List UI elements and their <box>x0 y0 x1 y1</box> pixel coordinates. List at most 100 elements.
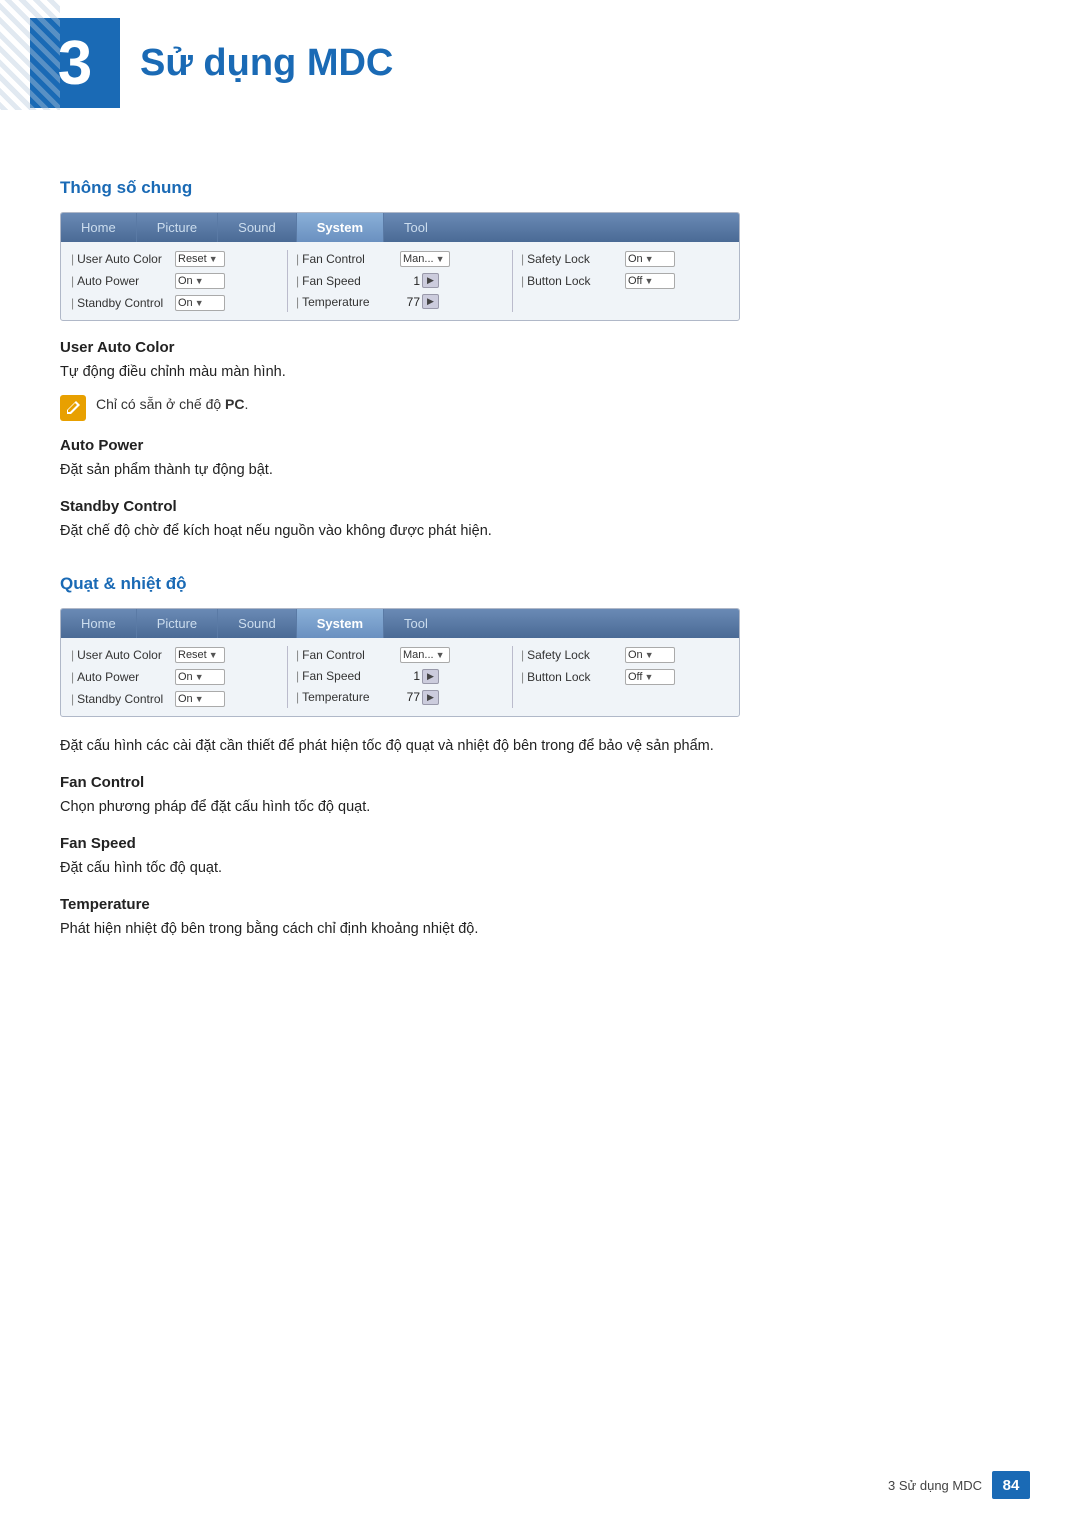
table-row: Fan Control Man... ▼ <box>296 646 504 664</box>
dropdown-standby-control-2[interactable]: On ▼ <box>175 691 225 707</box>
sub-heading-standby-control: Standby Control <box>60 498 1020 515</box>
page-number: 84 <box>992 1471 1030 1499</box>
fan-speed-value-1: 1 <box>400 274 420 288</box>
control-fan-control-1: Man... ▼ <box>400 251 450 267</box>
control-fan-speed-1: 1 ▶ <box>400 273 439 288</box>
tab-tool-1[interactable]: Tool <box>384 213 448 242</box>
dropdown-value: On <box>178 297 193 309</box>
dropdown-safety-lock-1[interactable]: On ▼ <box>625 251 675 267</box>
dropdown-value: Man... <box>403 253 434 265</box>
note-text: Chỉ có sẵn ở chế độ PC. <box>96 394 248 415</box>
note-box: Chỉ có sẵn ở chế độ PC. <box>60 394 1020 421</box>
dropdown-auto-power-1[interactable]: On ▼ <box>175 273 225 289</box>
tab-picture-2[interactable]: Picture <box>137 609 218 638</box>
control-standby-control-2: On ▼ <box>175 691 225 707</box>
chevron-down-icon: ▼ <box>644 672 653 682</box>
control-standby-control-1: On ▼ <box>175 295 225 311</box>
body-text-fan-temp-intro: Đặt cấu hình các cài đặt cần thiết để ph… <box>60 735 1020 758</box>
sub-heading-fan-speed: Fan Speed <box>60 835 1020 852</box>
column-divider <box>287 646 288 708</box>
footer-chapter-text: 3 Sử dụng MDC <box>888 1478 982 1493</box>
tab-sound-2[interactable]: Sound <box>218 609 297 638</box>
chapter-title: Sử dụng MDC <box>140 42 393 85</box>
sub-heading-temperature: Temperature <box>60 896 1020 913</box>
label-temperature-2: Temperature <box>296 690 396 704</box>
dropdown-fan-control-2[interactable]: Man... ▼ <box>400 647 450 663</box>
arrow-right-button[interactable]: ▶ <box>422 294 439 309</box>
mdc-col-2: Fan Control Man... ▼ Fan Speed 1 ▶ <box>296 250 504 312</box>
table-row: Auto Power On ▼ <box>71 668 279 686</box>
tab-home-2[interactable]: Home <box>61 609 137 638</box>
chapter-header: 3 Sử dụng MDC <box>0 0 1080 118</box>
body-text-standby-control: Đặt chế độ chờ để kích hoạt nếu nguồn và… <box>60 520 1020 543</box>
dropdown-button-lock-1[interactable]: Off ▼ <box>625 273 675 289</box>
label-standby-control-1: Standby Control <box>71 296 171 310</box>
tab-tool-2[interactable]: Tool <box>384 609 448 638</box>
chevron-down-icon: ▼ <box>195 694 204 704</box>
table-row: Safety Lock On ▼ <box>521 646 729 664</box>
chevron-down-icon: ▼ <box>645 254 654 264</box>
dropdown-value: Man... <box>403 649 434 661</box>
chevron-down-icon: ▼ <box>195 298 204 308</box>
table-row: Auto Power On ▼ <box>71 272 279 290</box>
control-auto-power-2: On ▼ <box>175 669 225 685</box>
chevron-down-icon: ▼ <box>209 254 218 264</box>
body-text-auto-power: Đặt sản phẩm thành tự động bật. <box>60 459 1020 482</box>
control-button-lock-1: Off ▼ <box>625 273 675 289</box>
tab-system-2[interactable]: System <box>297 609 384 638</box>
tab-sound-1[interactable]: Sound <box>218 213 297 242</box>
arrow-right-button[interactable]: ▶ <box>422 690 439 705</box>
dropdown-user-auto-color-1[interactable]: Reset ▼ <box>175 251 225 267</box>
sub-heading-user-auto-color: User Auto Color <box>60 339 1020 356</box>
dropdown-fan-control-1[interactable]: Man... ▼ <box>400 251 450 267</box>
table-row: Temperature 77 ▶ <box>296 689 504 706</box>
control-temperature-1: 77 ▶ <box>400 294 439 309</box>
tab-picture-1[interactable]: Picture <box>137 213 218 242</box>
table-row: Fan Control Man... ▼ <box>296 250 504 268</box>
label-user-auto-color-1: User Auto Color <box>71 252 171 266</box>
control-safety-lock-2: On ▼ <box>625 647 675 663</box>
dropdown-value: Reset <box>178 649 207 661</box>
chevron-down-icon: ▼ <box>195 672 204 682</box>
table-row: Button Lock Off ▼ <box>521 272 729 290</box>
table-row: Fan Speed 1 ▶ <box>296 272 504 289</box>
table-row: Safety Lock On ▼ <box>521 250 729 268</box>
label-auto-power-2: Auto Power <box>71 670 171 684</box>
mdc-table-1-body: User Auto Color Reset ▼ Auto Power On ▼ <box>61 242 739 320</box>
pencil-icon <box>65 400 81 416</box>
dropdown-user-auto-color-2[interactable]: Reset ▼ <box>175 647 225 663</box>
mdc-col-3b: Safety Lock On ▼ Button Lock Off ▼ <box>521 646 729 708</box>
dropdown-value: Off <box>628 671 642 683</box>
label-button-lock-1: Button Lock <box>521 274 621 288</box>
dropdown-standby-control-1[interactable]: On ▼ <box>175 295 225 311</box>
label-fan-control-1: Fan Control <box>296 252 396 266</box>
label-fan-control-2: Fan Control <box>296 648 396 662</box>
label-user-auto-color-2: User Auto Color <box>71 648 171 662</box>
label-fan-speed-2: Fan Speed <box>296 669 396 683</box>
label-button-lock-2: Button Lock <box>521 670 621 684</box>
dropdown-button-lock-2[interactable]: Off ▼ <box>625 669 675 685</box>
mdc-col-1: User Auto Color Reset ▼ Auto Power On ▼ <box>71 250 279 312</box>
dropdown-value: On <box>178 671 193 683</box>
arrow-right-button[interactable]: ▶ <box>422 273 439 288</box>
dropdown-safety-lock-2[interactable]: On ▼ <box>625 647 675 663</box>
section-heading-fan-temp: Quạt & nhiệt độ <box>60 574 1020 594</box>
table-row: Standby Control On ▼ <box>71 690 279 708</box>
tab-system-1[interactable]: System <box>297 213 384 242</box>
chevron-down-icon: ▼ <box>436 254 445 264</box>
body-text-fan-speed: Đặt cấu hình tốc độ quạt. <box>60 857 1020 880</box>
tab-home-1[interactable]: Home <box>61 213 137 242</box>
mdc-col-3: Safety Lock On ▼ Button Lock Off ▼ <box>521 250 729 312</box>
control-fan-speed-2: 1 ▶ <box>400 669 439 684</box>
dropdown-value: On <box>178 693 193 705</box>
table-row: Fan Speed 1 ▶ <box>296 668 504 685</box>
dropdown-auto-power-2[interactable]: On ▼ <box>175 669 225 685</box>
control-auto-power-1: On ▼ <box>175 273 225 289</box>
fan-speed-value-2: 1 <box>400 669 420 683</box>
control-button-lock-2: Off ▼ <box>625 669 675 685</box>
dropdown-value: On <box>178 275 193 287</box>
sub-heading-fan-control: Fan Control <box>60 774 1020 791</box>
table-row: User Auto Color Reset ▼ <box>71 646 279 664</box>
chevron-down-icon: ▼ <box>436 650 445 660</box>
arrow-right-button[interactable]: ▶ <box>422 669 439 684</box>
